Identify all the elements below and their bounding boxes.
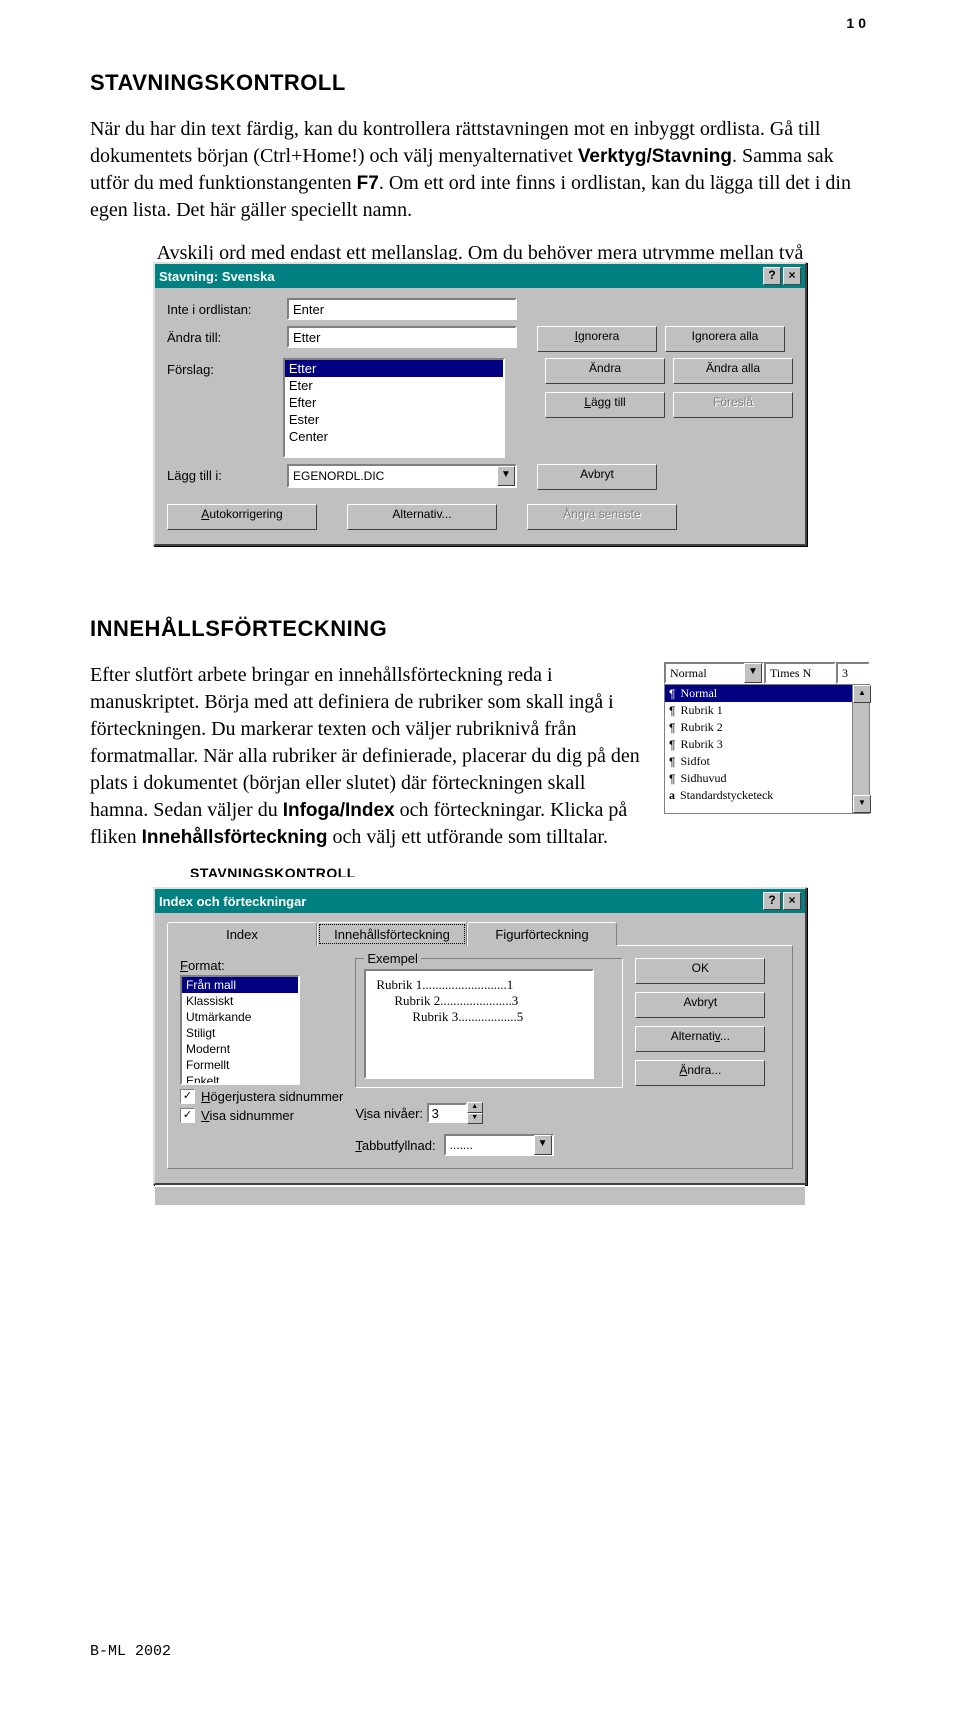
suggestions-listbox[interactable]: Etter Eter Efter Ester Center xyxy=(283,358,505,458)
add-button[interactable]: Lägg till xyxy=(545,392,665,418)
spinner-down-icon[interactable]: ▼ xyxy=(467,1113,483,1124)
autocorrect-button[interactable]: Autokorrigering xyxy=(167,504,317,530)
tab-leader-combo[interactable]: ....... ▼ xyxy=(444,1134,554,1156)
combo-value: Times N xyxy=(770,666,811,681)
options-button[interactable]: Alternativ... xyxy=(347,504,497,530)
tab-ref-innehallsforteckning: Innehållsförteckning xyxy=(142,827,328,848)
list-item[interactable]: Enkelt xyxy=(182,1073,298,1085)
label-add-to: Lägg till i: xyxy=(167,464,287,483)
list-item[interactable]: Klassiskt xyxy=(182,993,298,1009)
label-suggestions: Förslag: xyxy=(167,358,283,377)
list-item[interactable]: Stiligt xyxy=(182,1025,298,1041)
levels-spinner[interactable]: 3 ▲▼ xyxy=(427,1102,483,1124)
suggest-button[interactable]: Föreslå xyxy=(673,392,793,418)
heading-stavningskontroll: STAVNINGSKONTROLL xyxy=(90,70,870,96)
font-size-combo[interactable]: 3 xyxy=(836,662,870,684)
font-combo[interactable]: Times N xyxy=(764,662,836,684)
key-ref-f7: F7 xyxy=(357,173,379,194)
list-item[interactable]: Utmärkande xyxy=(182,1009,298,1025)
checkbox-right-align[interactable]: ✓ Högerjustera sidnummer xyxy=(180,1089,343,1104)
scroll-up-icon[interactable]: ▲ xyxy=(853,685,871,703)
modify-button[interactable]: Ändra... xyxy=(635,1060,765,1086)
style-item[interactable]: aStandardstycketeck xyxy=(665,787,869,804)
style-item[interactable]: ¶Sidhuvud xyxy=(665,770,869,787)
list-item[interactable]: Eter xyxy=(285,377,503,394)
style-item[interactable]: ¶Rubrik 1 xyxy=(665,702,869,719)
spinner-up-icon[interactable]: ▲ xyxy=(467,1102,483,1113)
change-all-button[interactable]: Ändra alla xyxy=(673,358,793,384)
label-example: Exempel xyxy=(364,951,421,966)
scroll-down-icon[interactable]: ▼ xyxy=(853,795,871,813)
style-item-normal[interactable]: ¶Normal xyxy=(665,685,869,702)
menu-ref-infoga-index: Infoga/Index xyxy=(283,800,395,821)
label-change-to: Ändra till: xyxy=(167,326,287,345)
combo-value: Normal xyxy=(670,666,707,681)
style-name-combo[interactable]: Normal ▼ xyxy=(664,662,764,684)
combo-value: ....... xyxy=(450,1138,473,1152)
dialog-title: Stavning: Svenska xyxy=(159,269,275,284)
list-item[interactable]: Etter xyxy=(285,360,503,377)
spellcheck-dialog: Stavning: Svenska ? × Inte i ordlistan: … xyxy=(153,262,807,546)
paragraph-stavning: När du har din text färdig, kan du kontr… xyxy=(90,116,870,224)
undo-last-button[interactable]: Ångra senaste xyxy=(527,504,677,530)
help-button[interactable]: ? xyxy=(763,267,781,285)
toc-preview: Rubrik 1..........................1 Rubr… xyxy=(364,969,594,1079)
label-tab-leader: Tabbutfyllnad: xyxy=(355,1138,435,1153)
style-item[interactable]: ¶Rubrik 3 xyxy=(665,736,869,753)
truncated-text-line: Avskilj ord med endast ett mellanslag. O… xyxy=(90,242,870,260)
not-in-dict-field: Enter xyxy=(287,298,517,320)
list-item[interactable]: Formellt xyxy=(182,1057,298,1073)
format-listbox[interactable]: Från mall Klassiskt Utmärkande Stiligt M… xyxy=(180,975,300,1085)
page-number: 10 xyxy=(846,15,870,31)
label-format: Format: xyxy=(180,958,343,973)
tab-toc[interactable]: Innehållsförteckning xyxy=(317,922,467,946)
paragraph-toc: Efter slutfört arbete bringar en innehål… xyxy=(90,662,644,851)
label-not-in-dict: Inte i ordlistan: xyxy=(167,298,287,317)
list-item[interactable]: Från mall xyxy=(182,977,298,993)
chevron-down-icon[interactable]: ▼ xyxy=(744,663,762,683)
list-item[interactable]: Efter xyxy=(285,394,503,411)
list-item[interactable]: Center xyxy=(285,428,503,445)
tab-figures[interactable]: Figurförteckning xyxy=(467,922,617,946)
change-button[interactable]: Ändra xyxy=(545,358,665,384)
add-to-combo[interactable]: EGENORDL.DIC ▼ xyxy=(287,464,517,488)
text: Efter slutfört arbete bringar en innehål… xyxy=(90,664,640,821)
truncated-heading: STAVNINGSKONTROLL xyxy=(90,865,870,877)
label-show-levels: Visa nivåer: xyxy=(355,1106,423,1121)
chevron-down-icon[interactable]: ▼ xyxy=(534,1135,552,1155)
options-button[interactable]: Alternativ... xyxy=(635,1026,765,1052)
dialog-title: Index och förteckningar xyxy=(159,894,306,909)
style-item[interactable]: ¶Rubrik 2 xyxy=(665,719,869,736)
style-list-panel: Normal ▼ Times N 3 ¶Normal ¶Rubrik 1 ¶Ru… xyxy=(664,662,870,814)
page-footer: B-ML 2002 xyxy=(90,1643,171,1660)
list-item[interactable]: Ester xyxy=(285,411,503,428)
ignore-all-button[interactable]: Ignorera alla xyxy=(665,326,785,352)
dialog-titlebar: Index och förteckningar ? × xyxy=(155,889,805,913)
tab-index[interactable]: Index xyxy=(167,922,317,946)
menu-ref-verktyg-stavning: Verktyg/Stavning xyxy=(578,146,732,167)
toolbar-strip xyxy=(155,1185,805,1205)
combo-value: EGENORDL.DIC xyxy=(293,469,384,483)
cancel-button[interactable]: Avbryt xyxy=(635,992,765,1018)
chevron-down-icon[interactable]: ▼ xyxy=(497,466,515,486)
ignore-button[interactable]: Ignorera xyxy=(537,326,657,352)
ok-button[interactable]: OK xyxy=(635,958,765,984)
style-item[interactable]: ¶Sidfot xyxy=(665,753,869,770)
list-item[interactable]: Modernt xyxy=(182,1041,298,1057)
close-icon[interactable]: × xyxy=(783,892,801,910)
checkbox-show-pagenum[interactable]: ✓ Visa sidnummer xyxy=(180,1108,343,1123)
cancel-button[interactable]: Avbryt xyxy=(537,464,657,490)
help-button[interactable]: ? xyxy=(763,892,781,910)
index-dialog: Index och förteckningar ? × Index Innehå… xyxy=(153,887,807,1185)
combo-value: 3 xyxy=(842,666,848,681)
levels-value[interactable]: 3 xyxy=(427,1103,467,1123)
close-icon[interactable]: × xyxy=(783,267,801,285)
change-to-input[interactable]: Etter xyxy=(287,326,517,348)
text: och välj ett utförande som tilltalar. xyxy=(327,826,607,848)
dialog-titlebar: Stavning: Svenska ? × xyxy=(155,264,805,288)
heading-innehallsforteckning: INNEHÅLLSFÖRTECKNING xyxy=(90,616,870,642)
